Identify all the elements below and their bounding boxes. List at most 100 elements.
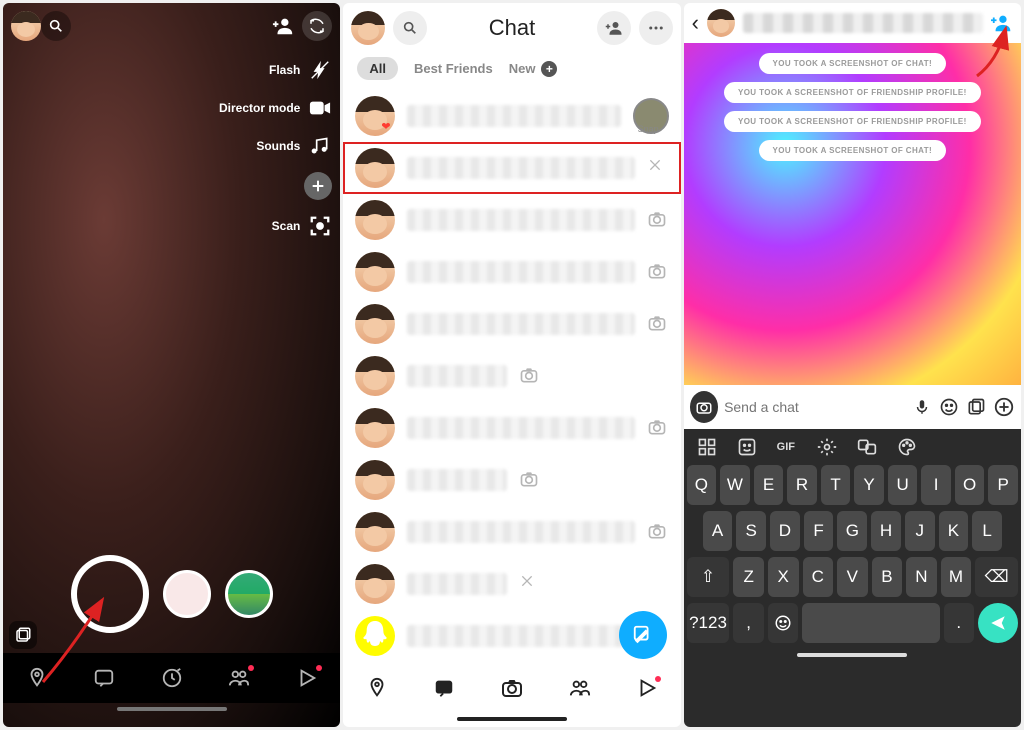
key-G[interactable]: G (837, 511, 867, 551)
dismiss-button[interactable] (647, 157, 669, 179)
sounds-button[interactable]: Sounds (256, 134, 332, 158)
scan-button[interactable]: Scan (272, 214, 333, 238)
nav-map[interactable] (26, 667, 48, 689)
back-button[interactable]: ‹ (692, 10, 699, 36)
emoji-button[interactable] (938, 395, 959, 419)
key-R[interactable]: R (787, 465, 817, 505)
kb-grid-button[interactable] (697, 437, 717, 457)
nav-discover[interactable] (161, 667, 183, 689)
key-S[interactable]: S (736, 511, 766, 551)
key-O[interactable]: O (955, 465, 985, 505)
chat-text-input[interactable] (724, 399, 905, 415)
camera-button[interactable] (690, 391, 718, 423)
key-emoji[interactable] (768, 603, 798, 643)
chat-row[interactable] (343, 506, 680, 558)
nav-chat[interactable] (433, 677, 455, 699)
key-L[interactable]: L (972, 511, 1002, 551)
key-I[interactable]: I (921, 465, 951, 505)
key-K[interactable]: K (939, 511, 969, 551)
gallery-button[interactable] (966, 395, 987, 419)
add-friend-button[interactable] (597, 11, 631, 45)
flip-camera-button[interactable] (302, 11, 332, 41)
key-H[interactable]: H (871, 511, 901, 551)
chat-row[interactable] (343, 454, 680, 506)
chat-row[interactable] (343, 194, 680, 246)
chat-row[interactable] (343, 350, 680, 402)
key-Z[interactable]: Z (733, 557, 764, 597)
filter-best[interactable]: Best Friends (414, 61, 493, 76)
profile-avatar[interactable] (351, 11, 385, 45)
filter-all[interactable]: All (357, 57, 398, 80)
chat-row[interactable] (343, 402, 680, 454)
key-backspace[interactable]: ⌫ (975, 557, 1018, 597)
shutter-button[interactable] (71, 555, 149, 633)
key-shift[interactable]: ⇧ (687, 557, 730, 597)
key-period[interactable]: . (944, 603, 974, 643)
add-friend-button[interactable] (272, 15, 294, 37)
snap-camera-button[interactable] (647, 261, 669, 283)
key-space[interactable] (802, 603, 939, 643)
voice-button[interactable] (911, 395, 932, 419)
kb-gif-button[interactable]: GIF (777, 437, 797, 457)
key-X[interactable]: X (768, 557, 799, 597)
nav-spotlight[interactable] (636, 677, 658, 699)
dismiss-button[interactable] (519, 573, 541, 595)
director-mode-toggle[interactable]: Director mode (219, 96, 332, 120)
snap-camera-button[interactable] (647, 313, 669, 335)
key-T[interactable]: T (821, 465, 851, 505)
key-B[interactable]: B (872, 557, 903, 597)
snap-camera-button[interactable] (647, 521, 669, 543)
lens-2[interactable] (225, 570, 273, 618)
key-U[interactable]: U (888, 465, 918, 505)
key-send[interactable] (978, 603, 1018, 643)
nav-friends[interactable] (569, 677, 591, 699)
key-W[interactable]: W (720, 465, 750, 505)
snap-camera-button[interactable] (647, 209, 669, 231)
snap-camera-button[interactable] (647, 417, 669, 439)
friend-avatar[interactable] (707, 9, 735, 37)
key-C[interactable]: C (803, 557, 834, 597)
chat-row[interactable] (343, 298, 680, 350)
snap-camera-button[interactable] (519, 469, 541, 491)
chat-list[interactable]: ❤Snap (343, 90, 680, 663)
kb-settings-button[interactable] (817, 437, 837, 457)
key-Q[interactable]: Q (687, 465, 717, 505)
chat-messages-area[interactable]: YOU TOOK A SCREENSHOT OF CHAT!YOU TOOK A… (684, 43, 1021, 385)
friendship-profile-button[interactable] (991, 12, 1013, 34)
key-Y[interactable]: Y (854, 465, 884, 505)
chat-row[interactable] (343, 246, 680, 298)
key-F[interactable]: F (804, 511, 834, 551)
nav-camera[interactable] (500, 676, 524, 700)
nav-friends[interactable] (228, 667, 250, 689)
side-plus-button[interactable] (304, 172, 332, 200)
snap-camera-button[interactable] (519, 365, 541, 387)
chat-row[interactable] (343, 142, 680, 194)
flash-toggle[interactable]: Flash (269, 58, 332, 82)
key-symbols[interactable]: ?123 (687, 603, 730, 643)
nav-chat[interactable] (93, 667, 115, 689)
nav-spotlight[interactable] (296, 667, 318, 689)
key-M[interactable]: M (941, 557, 972, 597)
key-J[interactable]: J (905, 511, 935, 551)
filter-new[interactable]: New+ (509, 61, 558, 77)
more-plus-button[interactable] (993, 395, 1015, 419)
key-comma[interactable]: , (733, 603, 763, 643)
key-P[interactable]: P (988, 465, 1018, 505)
nav-map[interactable] (366, 677, 388, 699)
key-V[interactable]: V (837, 557, 868, 597)
chat-row[interactable] (343, 558, 680, 610)
profile-avatar[interactable] (11, 11, 41, 41)
new-chat-fab[interactable] (619, 611, 667, 659)
search-button[interactable] (41, 11, 71, 41)
key-D[interactable]: D (770, 511, 800, 551)
more-button[interactable] (639, 11, 673, 45)
search-button[interactable] (393, 11, 427, 45)
lens-1[interactable] (163, 570, 211, 618)
key-E[interactable]: E (754, 465, 784, 505)
key-N[interactable]: N (906, 557, 937, 597)
chat-row[interactable]: ❤Snap (343, 90, 680, 142)
key-A[interactable]: A (703, 511, 733, 551)
kb-sticker-button[interactable] (737, 437, 757, 457)
kb-translate-button[interactable] (857, 437, 877, 457)
kb-theme-button[interactable] (897, 437, 917, 457)
